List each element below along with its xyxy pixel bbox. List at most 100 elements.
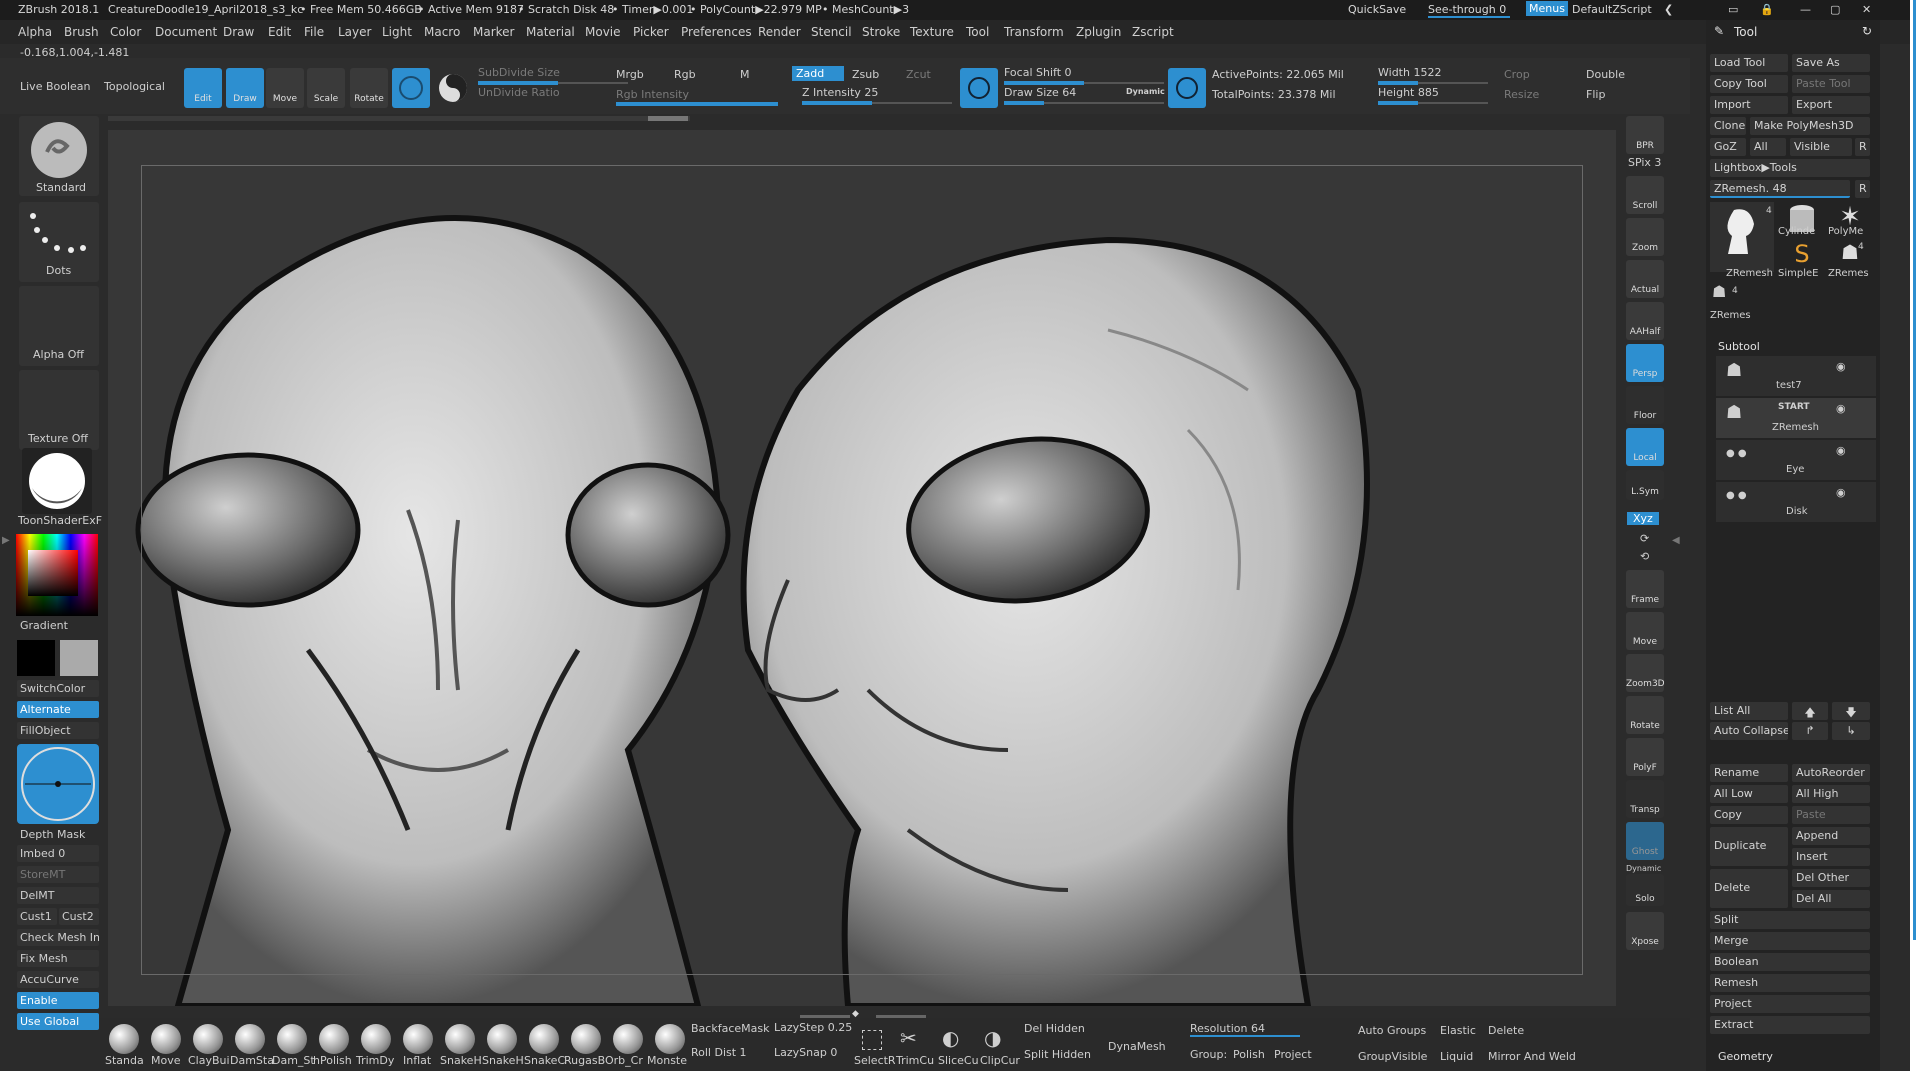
- fillobject-button[interactable]: FillObject: [17, 722, 99, 739]
- focal-shift-slider[interactable]: Focal Shift 0: [1004, 66, 1072, 79]
- elastic-button[interactable]: Elastic: [1440, 1024, 1476, 1037]
- menu-document[interactable]: Document: [155, 25, 217, 39]
- local-button[interactable]: Local: [1626, 428, 1664, 466]
- polyf-button[interactable]: PolyF: [1626, 738, 1664, 776]
- subtool-row[interactable]: ● ● ◉ Eye: [1716, 440, 1876, 480]
- width-slider[interactable]: Width 1522: [1378, 66, 1441, 79]
- dynamic-size-icon[interactable]: [1168, 68, 1206, 108]
- expand-left-tray-icon[interactable]: ▶: [2, 535, 10, 546]
- floor-button[interactable]: Floor: [1626, 386, 1664, 424]
- menu-texture[interactable]: Texture: [910, 25, 954, 39]
- delmt-button[interactable]: DelMT: [17, 887, 99, 904]
- actual-button[interactable]: Actual: [1626, 260, 1664, 298]
- secondary-color-swatch[interactable]: [60, 640, 98, 676]
- group-button[interactable]: Group:: [1190, 1048, 1227, 1061]
- brush-thumb[interactable]: [277, 1024, 307, 1054]
- delete-button[interactable]: Delete: [1488, 1024, 1524, 1037]
- scale-button[interactable]: Scale: [307, 68, 345, 108]
- subtool-row-selected[interactable]: ☗ START ◉ ZRemesh: [1716, 398, 1876, 438]
- cust1-button[interactable]: Cust1: [17, 908, 57, 925]
- use-global-button[interactable]: Use Global: [17, 1013, 99, 1030]
- zsub-button[interactable]: Zsub: [852, 68, 879, 81]
- brush-thumb[interactable]: [529, 1024, 559, 1054]
- del-other-button[interactable]: Del Other: [1792, 869, 1870, 887]
- brush-thumb[interactable]: [361, 1024, 391, 1054]
- groupvisible-button[interactable]: GroupVisible: [1358, 1050, 1427, 1063]
- resolution-slider[interactable]: Resolution 64: [1190, 1022, 1300, 1037]
- zcut-button[interactable]: Zcut: [906, 68, 931, 81]
- menu-light[interactable]: Light: [382, 25, 412, 39]
- export-button[interactable]: Export: [1792, 96, 1870, 114]
- paste-tool-button[interactable]: Paste Tool: [1792, 75, 1870, 93]
- menu-tool[interactable]: Tool: [966, 25, 989, 39]
- brush-thumb[interactable]: [403, 1024, 433, 1054]
- dynamic-button[interactable]: Dynamic: [1126, 87, 1165, 96]
- imbed-slider[interactable]: Imbed 0: [17, 845, 99, 862]
- switchcolor-button[interactable]: SwitchColor: [17, 680, 99, 697]
- zoom-button[interactable]: Zoom: [1626, 218, 1664, 256]
- z-intensity-track[interactable]: [802, 101, 952, 105]
- merge-section[interactable]: Merge: [1710, 932, 1870, 950]
- zoom3d-button[interactable]: Zoom3D: [1626, 654, 1665, 692]
- menu-brush[interactable]: Brush: [64, 25, 99, 39]
- all-low-button[interactable]: All Low: [1710, 785, 1788, 803]
- move-view-button[interactable]: Move: [1626, 612, 1664, 650]
- subtool-row[interactable]: ● ● ◉ Disk: [1716, 482, 1876, 522]
- enable-button[interactable]: Enable: [17, 992, 99, 1009]
- panel-refresh-icon[interactable]: ↻: [1862, 24, 1872, 38]
- slicecurve-icon[interactable]: ◐: [942, 1026, 959, 1050]
- rotate-view-button[interactable]: Rotate: [1626, 696, 1664, 734]
- lazystep-slider[interactable]: LazyStep 0.25: [774, 1021, 852, 1034]
- draw-size-slider[interactable]: Draw Size 64: [1004, 86, 1076, 99]
- menu-picker[interactable]: Picker: [633, 25, 669, 39]
- liquid-button[interactable]: Liquid: [1440, 1050, 1473, 1063]
- brush-thumb[interactable]: [487, 1024, 517, 1054]
- draw-button[interactable]: Draw: [226, 68, 264, 108]
- height-slider[interactable]: Height 885: [1378, 86, 1439, 99]
- close-icon[interactable]: ✕: [1862, 3, 1871, 16]
- arrow-return-icon[interactable]: ↳: [1832, 722, 1870, 740]
- accucurve-button[interactable]: AccuCurve: [17, 971, 99, 988]
- depth-mask-icon[interactable]: [17, 744, 99, 824]
- autoreorder-button[interactable]: AutoReorder: [1792, 764, 1870, 782]
- rgb-intensity-slider[interactable]: Rgb Intensity: [616, 88, 689, 101]
- rgb-button[interactable]: Rgb: [674, 68, 696, 81]
- menu-zplugin[interactable]: Zplugin: [1076, 25, 1121, 39]
- load-tool-button[interactable]: Load Tool: [1710, 54, 1788, 72]
- z-intensity-slider[interactable]: Z Intensity 25: [802, 86, 878, 99]
- resize-button[interactable]: Resize: [1504, 88, 1539, 101]
- brush-thumb[interactable]: [109, 1024, 139, 1054]
- goz-button[interactable]: GoZ: [1710, 138, 1746, 156]
- all-high-button[interactable]: All High: [1792, 785, 1870, 803]
- brush-thumb[interactable]: [571, 1024, 601, 1054]
- scroll-button[interactable]: Scroll: [1626, 176, 1664, 214]
- clone-button[interactable]: Clone: [1710, 117, 1746, 135]
- xpose-button[interactable]: Xpose: [1626, 912, 1664, 950]
- auto-groups-button[interactable]: Auto Groups: [1358, 1024, 1426, 1037]
- flip-button[interactable]: Flip: [1586, 88, 1605, 101]
- paste-button[interactable]: Paste: [1792, 806, 1870, 824]
- rotate-button[interactable]: Rotate: [350, 68, 388, 108]
- lsym-button[interactable]: L.Sym: [1626, 470, 1664, 500]
- rename-button[interactable]: Rename: [1710, 764, 1788, 782]
- brush-thumb[interactable]: [655, 1024, 685, 1054]
- subdivide-size-track[interactable]: [478, 81, 628, 85]
- menu-zscript[interactable]: Zscript: [1132, 25, 1174, 39]
- quicksave-button[interactable]: QuickSave: [1348, 3, 1406, 16]
- fix-mesh-button[interactable]: Fix Mesh: [17, 950, 99, 967]
- storemt-button[interactable]: StoreMT: [17, 866, 99, 883]
- brush-thumb[interactable]: [151, 1024, 181, 1054]
- clipcurve-icon[interactable]: ◑: [984, 1026, 1001, 1050]
- help-icon[interactable]: ❮: [1664, 3, 1673, 16]
- zremesh-r-button[interactable]: R: [1855, 180, 1870, 198]
- goz-visible-button[interactable]: Visible: [1790, 138, 1852, 156]
- material-sphere-icon[interactable]: [22, 448, 92, 514]
- transp-button[interactable]: Transp: [1626, 780, 1664, 818]
- rgb-intensity-track[interactable]: [616, 102, 778, 106]
- simplebrush-icon[interactable]: S: [1780, 240, 1824, 270]
- polish-button[interactable]: Polish: [1233, 1048, 1265, 1061]
- menu-draw[interactable]: Draw: [223, 25, 254, 39]
- save-as-button[interactable]: Save As: [1792, 54, 1870, 72]
- topological-button[interactable]: Topological: [104, 80, 165, 93]
- width-track[interactable]: [1378, 81, 1488, 85]
